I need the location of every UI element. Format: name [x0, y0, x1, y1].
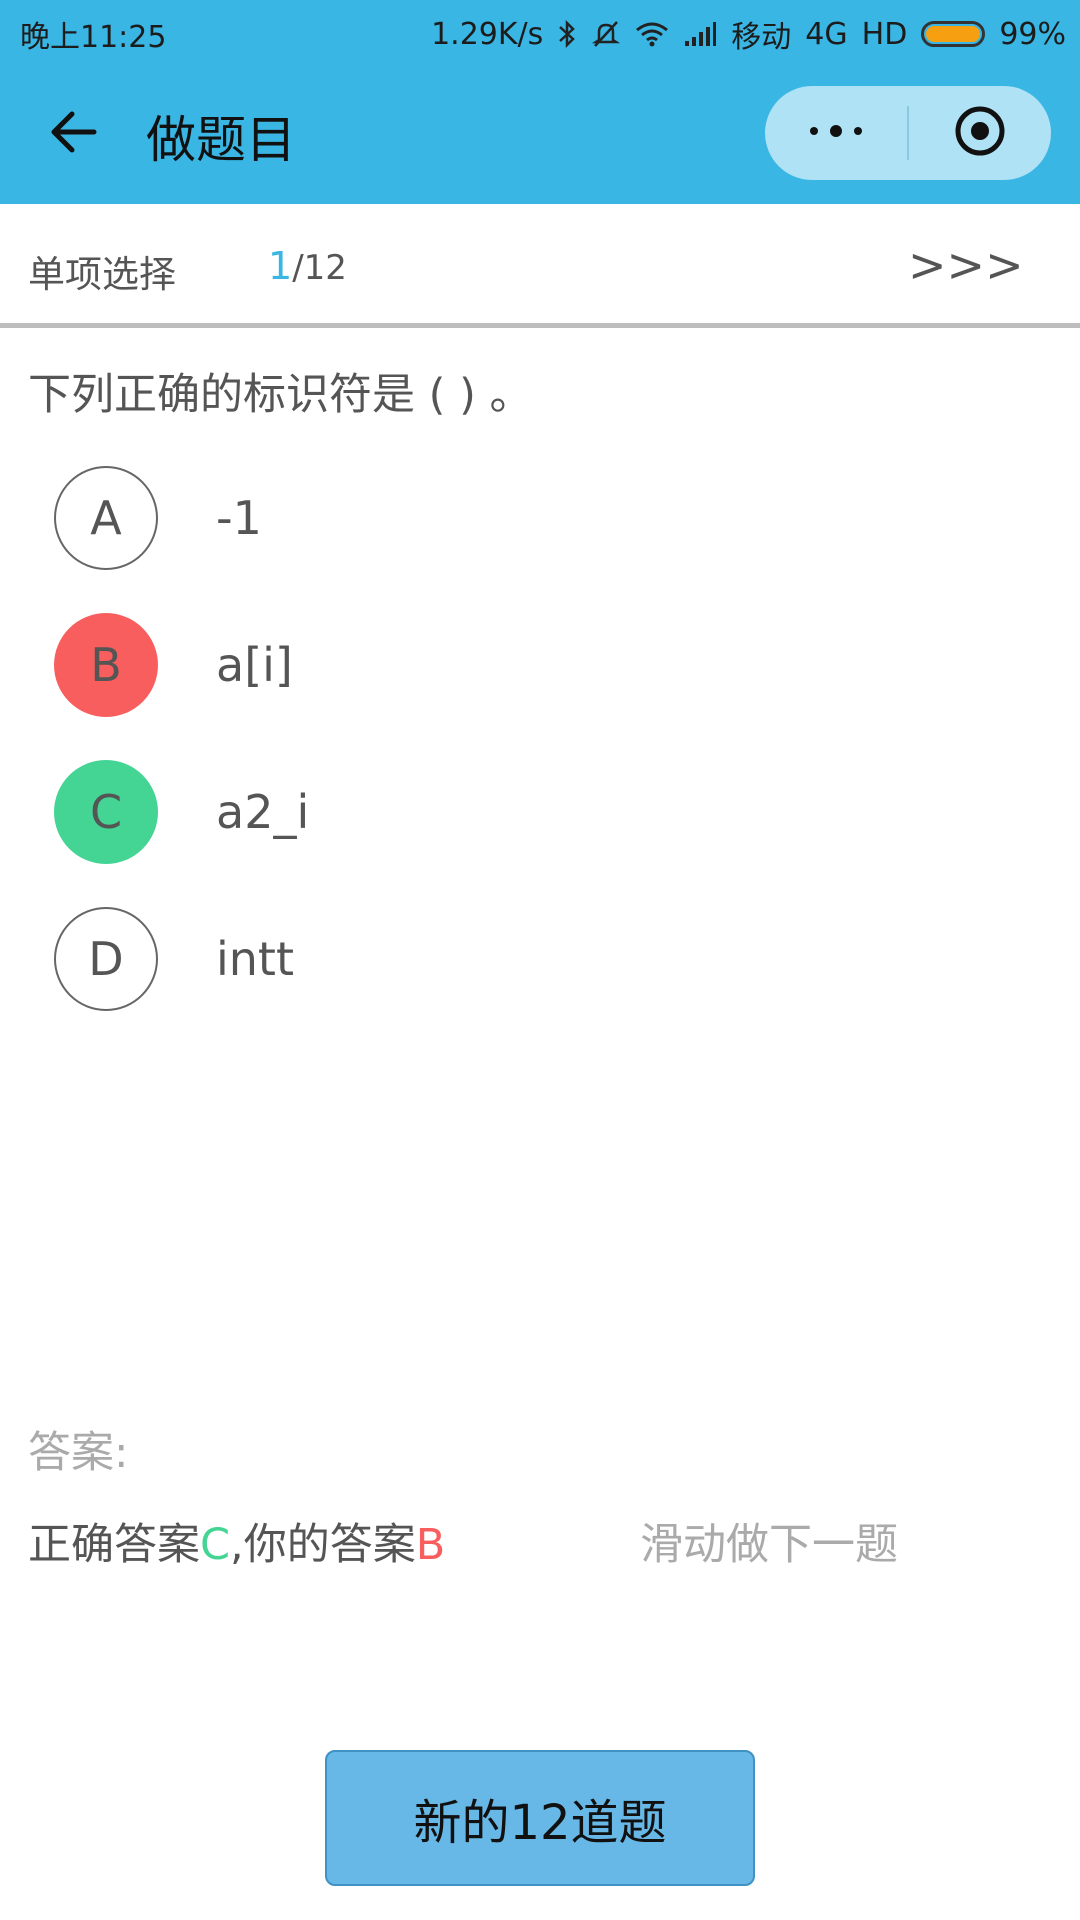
- option-c[interactable]: C a2_i: [54, 760, 954, 864]
- option-b[interactable]: B a[i]: [54, 613, 954, 717]
- option-letter: D: [54, 907, 158, 1011]
- arrow-left-icon: [44, 111, 104, 166]
- mini-program-capsule: [765, 86, 1051, 180]
- option-letter: C: [54, 760, 158, 864]
- option-text: a2_i: [216, 785, 310, 839]
- option-d[interactable]: D intt: [54, 907, 954, 1011]
- question-counter: 1/12: [268, 244, 347, 288]
- record-circle-icon: [953, 104, 1007, 162]
- your-answer-letter: B: [415, 1520, 446, 1570]
- correct-answer-letter: C: [200, 1520, 231, 1570]
- battery-icon: [921, 21, 986, 47]
- question-type: 单项选择: [28, 253, 176, 296]
- next-question-button[interactable]: >>>: [908, 238, 1024, 292]
- option-letter: B: [54, 613, 158, 717]
- hd-badge: HD: [861, 16, 908, 52]
- swipe-hint: 滑动做下一题: [640, 1520, 898, 1570]
- network-speed: 1.29K/s: [431, 16, 544, 52]
- option-text: intt: [216, 932, 295, 986]
- network-type: 4G: [805, 16, 848, 52]
- status-right: 1.29K/s 移动 4G HD 99%: [431, 12, 1066, 56]
- bluetooth-icon: [557, 19, 577, 49]
- close-button[interactable]: [909, 86, 1051, 180]
- signal-icon: [683, 21, 717, 47]
- option-letter: A: [54, 466, 158, 570]
- your-answer-prefix: ,你的答案: [230, 1520, 416, 1570]
- mute-icon: [591, 19, 621, 49]
- answer-label: 答案:: [28, 1428, 129, 1478]
- page-title: 做题目: [146, 111, 296, 169]
- carrier-name: 移动: [731, 20, 792, 55]
- total-count: /12: [292, 248, 347, 288]
- status-time: 晚上11:25: [20, 20, 167, 55]
- option-a[interactable]: A -1: [54, 466, 954, 570]
- question-text: 下列正确的标识符是 ( ) 。: [28, 370, 533, 420]
- wifi-icon: [635, 20, 669, 48]
- more-button[interactable]: [765, 86, 907, 180]
- new-questions-button[interactable]: 新的12道题: [325, 1750, 755, 1886]
- back-button[interactable]: [44, 102, 104, 162]
- current-index: 1: [268, 244, 293, 288]
- battery-percent: 99%: [999, 16, 1066, 52]
- correct-answer-prefix: 正确答案: [28, 1520, 200, 1570]
- status-bar: 晚上11:25 1.29K/s 移动 4G HD 99%: [0, 0, 1080, 62]
- option-text: a[i]: [216, 638, 293, 692]
- more-dots-icon: [806, 121, 866, 145]
- question-header: 单项选择 1/12 >>>: [0, 204, 1080, 328]
- answer-result: 正确答案C,你的答案B: [28, 1510, 445, 1572]
- nav-bar: 做题目: [0, 62, 1080, 204]
- option-text: -1: [216, 491, 262, 545]
